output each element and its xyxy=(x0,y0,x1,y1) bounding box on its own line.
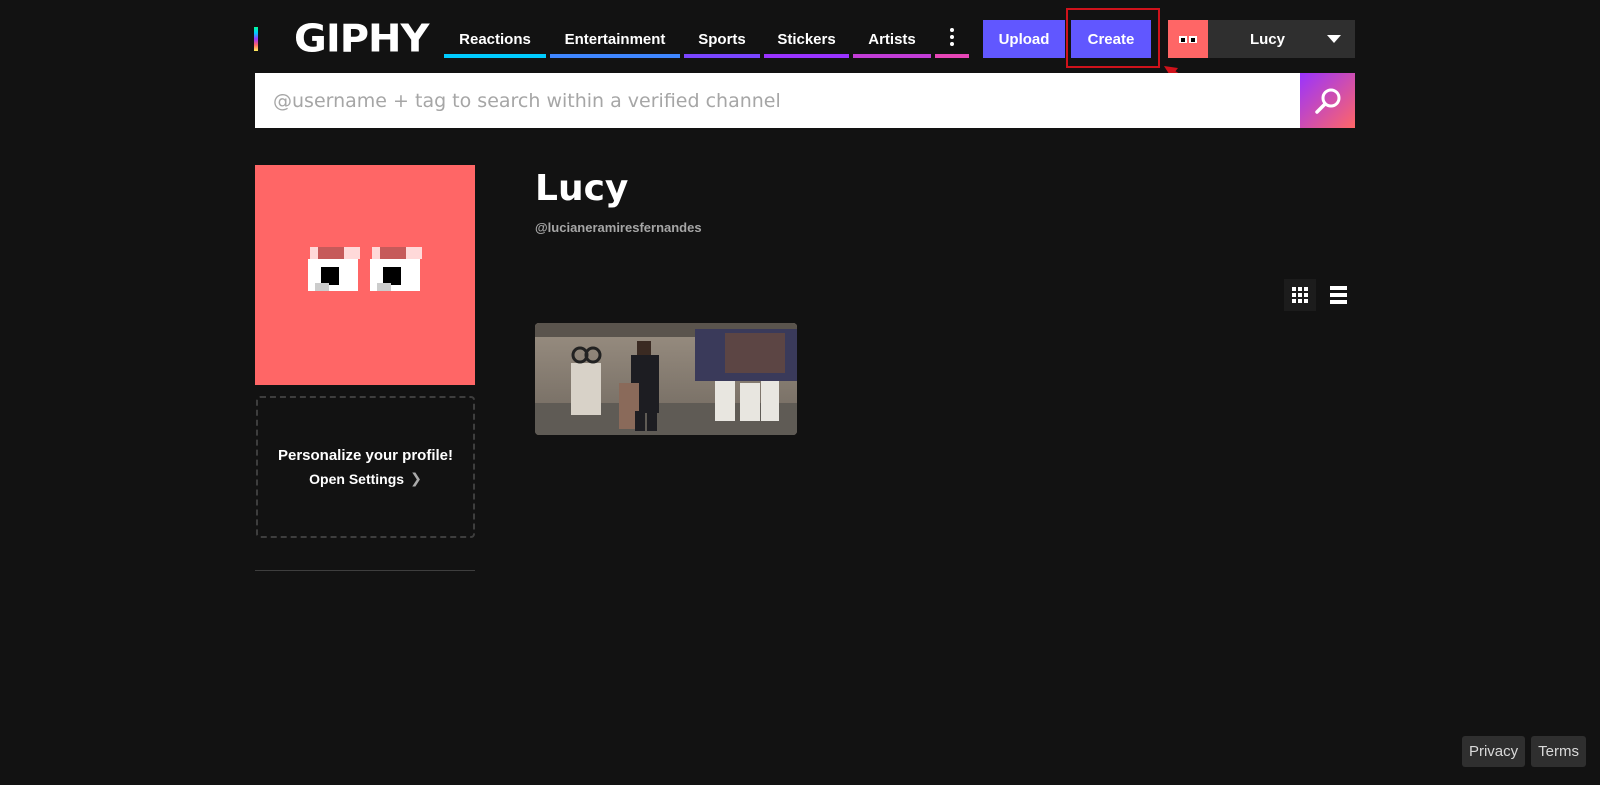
search-button[interactable] xyxy=(1300,73,1355,128)
nav-item-artists[interactable]: Artists xyxy=(853,20,931,58)
search-icon xyxy=(1314,88,1340,114)
nav-item-reactions[interactable]: Reactions xyxy=(444,20,546,58)
open-settings-label: Open Settings xyxy=(309,470,405,487)
search-input[interactable] xyxy=(255,73,1300,128)
sidebar-divider xyxy=(255,570,475,571)
list-view-icon xyxy=(1329,286,1347,304)
eye-icon xyxy=(1179,35,1187,43)
giphy-logo[interactable]: GIPHY xyxy=(254,17,429,61)
personalize-profile-card: Personalize your profile! Open Settings … xyxy=(256,396,475,538)
gif-image xyxy=(535,323,797,435)
list-view-button[interactable] xyxy=(1322,279,1354,311)
grid-view-button[interactable] xyxy=(1284,279,1316,311)
avatar xyxy=(1168,20,1208,58)
caret-down-icon xyxy=(1327,35,1341,43)
logo-stripe xyxy=(254,27,258,51)
footer-links: Privacy Terms xyxy=(1461,736,1586,767)
terms-link[interactable]: Terms xyxy=(1531,736,1586,767)
more-menu-button[interactable] xyxy=(935,20,969,58)
search-bar xyxy=(255,73,1355,128)
logo-text: GIPHY xyxy=(294,17,429,61)
gif-thumbnail[interactable] xyxy=(535,323,797,435)
profile-handle: @lucianeramiresfernandes xyxy=(535,220,702,235)
annotation-highlight-box xyxy=(1066,8,1160,68)
grid-view-icon xyxy=(1292,287,1308,303)
main-nav: Reactions Entertainment Sports Stickers … xyxy=(444,20,969,58)
chevron-right-icon: ❯ xyxy=(410,470,422,486)
user-menu-name: Lucy xyxy=(1249,30,1285,48)
vertical-dots-icon xyxy=(950,28,954,46)
nav-item-entertainment[interactable]: Entertainment xyxy=(550,20,680,58)
open-settings-link[interactable]: Open Settings ❯ xyxy=(309,470,422,487)
privacy-link[interactable]: Privacy xyxy=(1461,736,1526,767)
view-toggle xyxy=(1284,279,1354,311)
user-menu[interactable]: Lucy xyxy=(1168,20,1355,58)
profile-display-name: Lucy xyxy=(535,168,629,209)
profile-avatar xyxy=(255,165,475,385)
personalize-title: Personalize your profile! xyxy=(277,447,454,464)
nav-item-sports[interactable]: Sports xyxy=(684,20,760,58)
nav-item-stickers[interactable]: Stickers xyxy=(764,20,849,58)
upload-button[interactable]: Upload xyxy=(983,20,1065,58)
eye-icon xyxy=(1189,35,1197,43)
